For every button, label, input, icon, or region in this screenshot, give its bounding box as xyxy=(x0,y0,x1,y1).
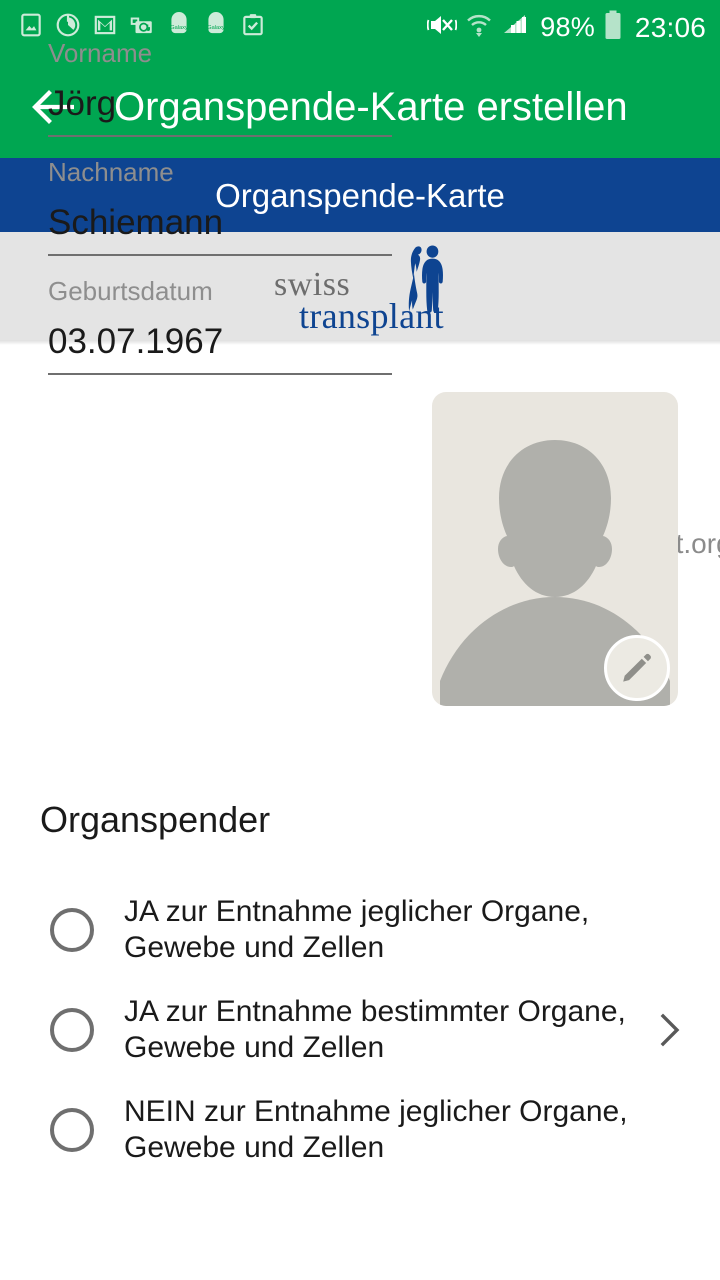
first-name-input[interactable]: Jörg xyxy=(48,86,392,137)
clipboard-check-icon xyxy=(240,12,266,43)
app-screen: Galaxy Galaxy 98% 23:06 Organspende-Kart… xyxy=(0,0,720,1280)
personal-data-form: Vorname Jörg Nachname Schiemann Geburtsd… xyxy=(48,40,392,397)
battery-icon xyxy=(604,10,622,45)
status-bar-system-icons: 98% 23:06 xyxy=(427,10,706,45)
option-label-yes-specific-organs: JA zur Entnahme bestimmter Organe, Geweb… xyxy=(124,995,626,1064)
option-label-yes-all-organs: JA zur Entnahme jeglicher Organe, Gewebe… xyxy=(124,895,590,964)
option-label-no-organs: NEIN zur Entnahme jeglicher Organe, Gewe… xyxy=(124,1095,628,1164)
edit-photo-button[interactable] xyxy=(604,635,670,701)
wifi-icon xyxy=(466,11,492,44)
field-geburtsdatum: Geburtsdatum 03.07.1967 xyxy=(48,278,392,375)
field-label-nachname: Nachname xyxy=(48,157,174,187)
organ-donor-options: JA zur Entnahme jeglicher Organe, Gewebe… xyxy=(0,880,720,1180)
option-yes-all-organs[interactable]: JA zur Entnahme jeglicher Organe, Gewebe… xyxy=(0,880,720,980)
mute-vibrate-icon xyxy=(427,11,458,44)
image-icon xyxy=(18,12,44,43)
last-name-input[interactable]: Schiemann xyxy=(48,205,392,256)
field-label-vorname: Vorname xyxy=(48,38,153,68)
pencil-icon xyxy=(623,653,651,682)
radio-yes-specific-organs[interactable] xyxy=(50,1008,94,1052)
option-no-organs[interactable]: NEIN zur Entnahme jeglicher Organe, Gewe… xyxy=(0,1080,720,1180)
organ-donor-section-title: Organspender xyxy=(40,799,271,840)
field-vorname: Vorname Jörg xyxy=(48,40,392,137)
svg-text:Galaxy: Galaxy xyxy=(170,25,188,31)
two-people-logo-icon xyxy=(401,244,453,321)
galaxy-app-icon-2: Galaxy xyxy=(203,12,229,43)
field-label-geburtsdatum: Geburtsdatum xyxy=(48,276,213,306)
signal-bars-icon xyxy=(501,12,529,43)
birthdate-input[interactable]: 03.07.1967 xyxy=(48,324,392,375)
battery-percent-label: 98% xyxy=(540,12,595,42)
radio-no-organs[interactable] xyxy=(50,1108,94,1152)
svg-text:Galaxy: Galaxy xyxy=(207,25,225,31)
field-nachname: Nachname Schiemann xyxy=(48,159,392,256)
clock-label: 23:06 xyxy=(634,11,706,43)
option-yes-specific-organs[interactable]: JA zur Entnahme bestimmter Organe, Geweb… xyxy=(0,980,720,1080)
galaxy-app-icon: Galaxy xyxy=(166,12,192,43)
chevron-right-icon[interactable] xyxy=(658,1013,682,1047)
radio-yes-all-organs[interactable] xyxy=(50,908,94,952)
